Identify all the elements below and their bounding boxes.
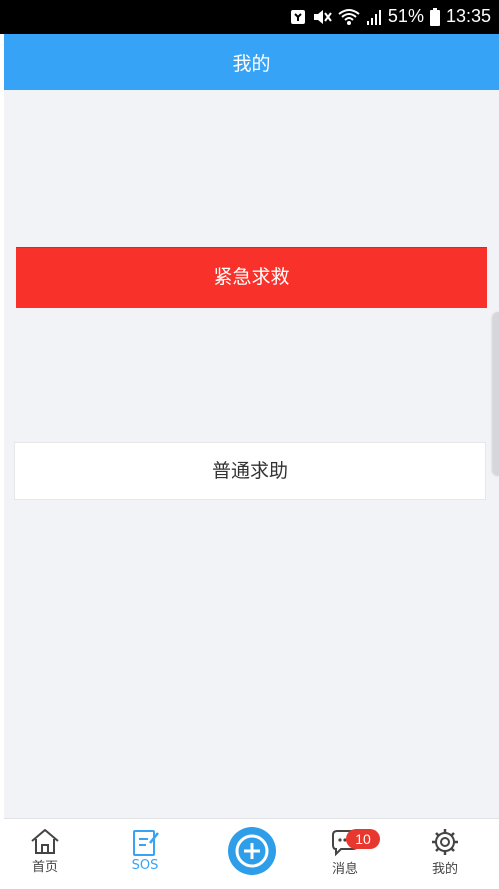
signal-icon [366, 9, 382, 25]
tab-add[interactable] [212, 825, 292, 877]
normal-help-button[interactable]: 普通求助 [14, 442, 486, 500]
tab-messages[interactable]: 10 消息 [310, 827, 380, 877]
battery-percent: 51% [387, 6, 424, 26]
edge-panel-handle[interactable] [493, 312, 499, 476]
status-bar: 51% 13:35 [0, 0, 499, 34]
home-icon [10, 827, 80, 855]
status-time: 13:35 [445, 6, 491, 26]
wifi-icon [338, 8, 360, 26]
edit-note-icon [110, 827, 180, 857]
tab-messages-label: 消息 [331, 862, 358, 877]
message-count-badge: 10 [346, 829, 380, 849]
tab-me[interactable]: 我的 [410, 827, 480, 877]
tab-sos[interactable]: SOS [110, 827, 180, 873]
gear-icon [410, 827, 480, 857]
tab-home[interactable]: 首页 [10, 827, 80, 875]
tab-home-label: 首页 [31, 860, 58, 875]
battery-icon [429, 7, 440, 26]
mute-icon [312, 8, 332, 26]
add-circle-icon [212, 825, 292, 877]
page-header: 我的 [4, 34, 499, 90]
main-content: 紧急求救 普通求助 [4, 90, 499, 818]
bottom-tab-bar: 首页 SOS 10 消息 我的 [4, 818, 499, 889]
emergency-help-button[interactable]: 紧急求救 [16, 247, 487, 308]
status-icons: 51% 13:35 [290, 6, 491, 27]
notification-icon [290, 8, 306, 26]
page-title: 我的 [232, 53, 271, 75]
tab-me-label: 我的 [431, 862, 458, 877]
tab-sos-label: SOS [131, 858, 159, 873]
